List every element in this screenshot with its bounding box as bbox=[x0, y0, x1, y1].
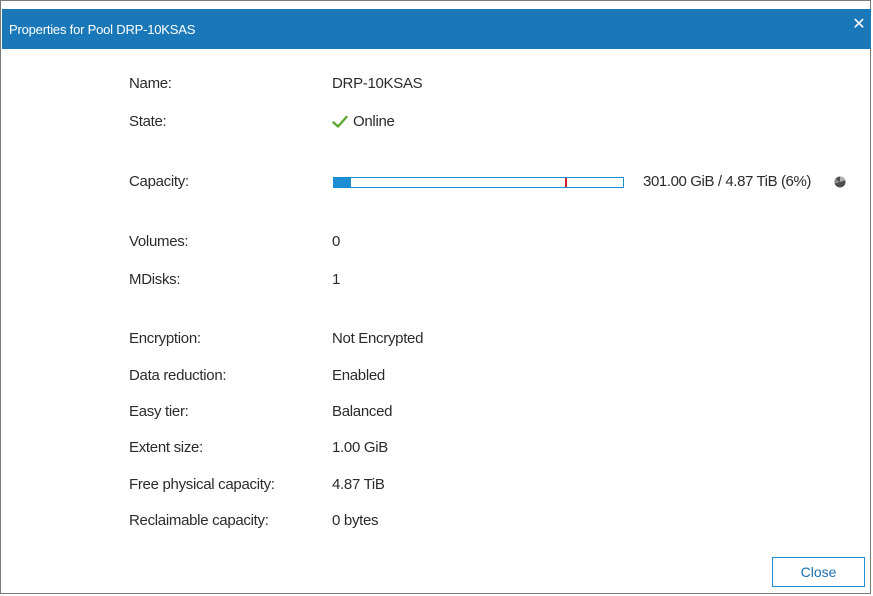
close-icon[interactable]: ✕ bbox=[851, 15, 867, 33]
easy-tier-row: Easy tier: Balanced bbox=[1, 403, 872, 423]
free-physical-capacity-value: 4.87 TiB bbox=[332, 476, 385, 493]
name-row: Name: DRP-10KSAS bbox=[1, 75, 872, 95]
state-row: State: Online bbox=[1, 113, 872, 133]
extent-size-label: Extent size: bbox=[129, 439, 203, 456]
easy-tier-label: Easy tier: bbox=[129, 403, 189, 420]
encryption-label: Encryption: bbox=[129, 330, 201, 347]
state-value: Online bbox=[353, 113, 395, 130]
data-reduction-label: Data reduction: bbox=[129, 367, 227, 384]
name-value: DRP-10KSAS bbox=[332, 75, 423, 92]
extent-size-row: Extent size: 1.00 GiB bbox=[1, 439, 872, 459]
name-label: Name: bbox=[129, 75, 172, 92]
data-reduction-value: Enabled bbox=[332, 367, 385, 384]
volumes-value: 0 bbox=[332, 233, 341, 250]
mdisks-label: MDisks: bbox=[129, 271, 181, 288]
dialog-titlebar: Properties for Pool DRP-10KSAS ✕ bbox=[2, 9, 871, 49]
capacity-bar-fill bbox=[334, 178, 352, 187]
mdisks-row: MDisks: 1 bbox=[1, 271, 872, 291]
dialog-title: Properties for Pool DRP-10KSAS bbox=[9, 22, 196, 37]
encryption-row: Encryption: Not Encrypted bbox=[1, 330, 872, 350]
capacity-label: Capacity: bbox=[129, 173, 189, 190]
extent-size-value: 1.00 GiB bbox=[332, 439, 388, 456]
free-physical-capacity-label: Free physical capacity: bbox=[129, 476, 275, 493]
checkmark-icon bbox=[332, 115, 348, 128]
state-label: State: bbox=[129, 113, 167, 130]
capacity-threshold-marker bbox=[565, 178, 568, 187]
capacity-bar bbox=[333, 177, 624, 188]
mdisks-value: 1 bbox=[332, 271, 341, 288]
capacity-value: 301.00 GiB / 4.87 TiB (6%) bbox=[643, 173, 812, 190]
pie-chart-icon[interactable] bbox=[834, 176, 846, 188]
data-reduction-row: Data reduction: Enabled bbox=[1, 367, 872, 387]
volumes-label: Volumes: bbox=[129, 233, 189, 250]
close-button[interactable]: Close bbox=[772, 557, 865, 587]
properties-dialog: Properties for Pool DRP-10KSAS ✕ Name: D… bbox=[0, 0, 871, 594]
volumes-row: Volumes: 0 bbox=[1, 233, 872, 253]
easy-tier-value: Balanced bbox=[332, 403, 393, 420]
encryption-value: Not Encrypted bbox=[332, 330, 424, 347]
reclaimable-capacity-value: 0 bytes bbox=[332, 512, 379, 529]
reclaimable-capacity-row: Reclaimable capacity: 0 bytes bbox=[1, 512, 872, 532]
reclaimable-capacity-label: Reclaimable capacity: bbox=[129, 512, 269, 529]
free-physical-capacity-row: Free physical capacity: 4.87 TiB bbox=[1, 476, 872, 496]
